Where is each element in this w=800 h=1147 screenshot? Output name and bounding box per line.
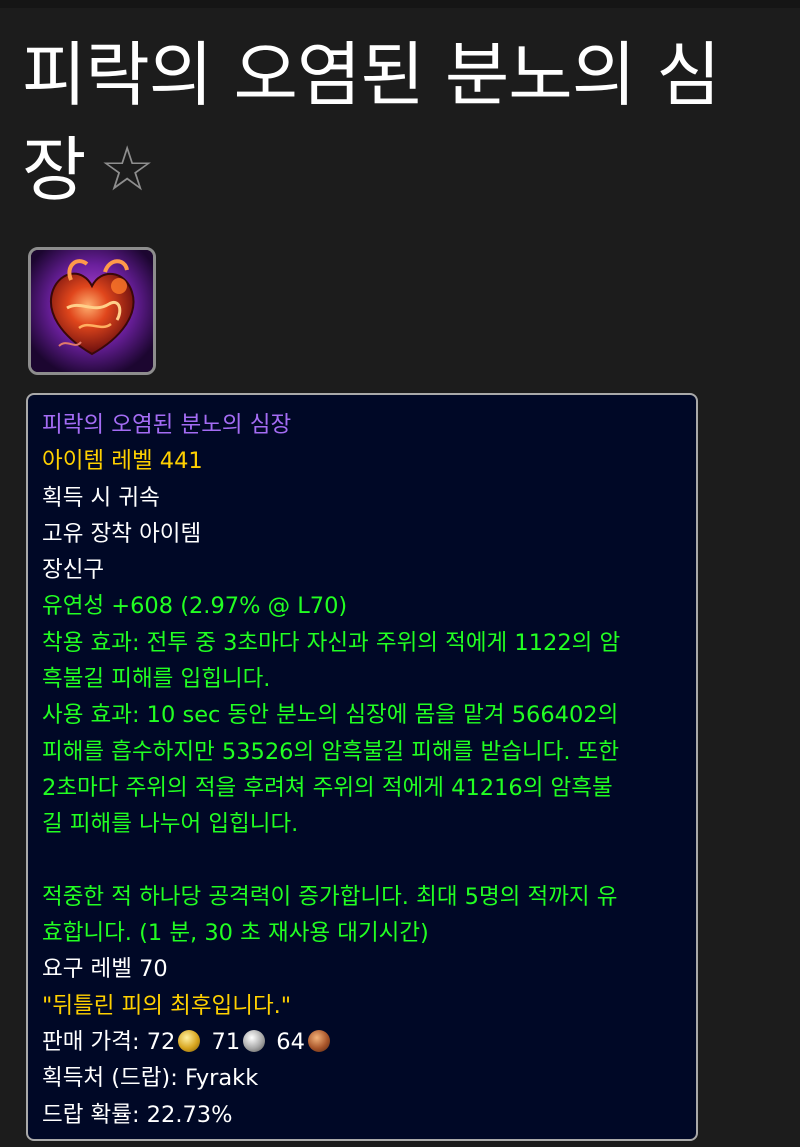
use-effect-line: 피해를 흡수하지만 53526의 암흑불길 피해를 받습니다. 또한 — [42, 738, 620, 765]
use-effect-line: 길 피해를 나누어 입힙니다. — [42, 811, 299, 838]
unique-text: 고유 장착 아이템 — [42, 520, 202, 547]
binding-text: 획득 시 귀속 — [42, 484, 160, 511]
equip-effect-line: 흑불길 피해를 입힙니다. — [42, 666, 271, 693]
silver-amount: 71 — [211, 1029, 241, 1056]
sell-price-label: 판매 가격: — [42, 1029, 140, 1056]
use-effect-extra-line: 적중한 적 하나당 공격력이 증가합니다. 최대 5명의 적까지 유 — [42, 883, 618, 910]
flavor-text: "뒤틀린 피의 최후입니다." — [42, 992, 292, 1019]
drop-chance: 드랍 확률: 22.73% — [42, 1101, 233, 1128]
use-effect-line: 사용 효과: 10 sec 동안 분노의 심장에 몸을 맡겨 566402의 — [42, 702, 619, 729]
sell-price: 판매 가격: 72 71 64 — [42, 1024, 682, 1060]
star-outline-icon[interactable]: ☆ — [99, 122, 155, 216]
silver-coin-icon — [243, 1030, 266, 1053]
equip-effect-line: 착용 효과: 전투 중 3초마다 자신과 주위의 적에게 1122의 암 — [42, 629, 621, 656]
burning-heart-icon — [31, 250, 153, 372]
item-tooltip: 피락의 오염된 분노의 심장 아이템 레벨 441 획득 시 귀속 고유 장착 … — [26, 393, 698, 1141]
gold-amount: 72 — [146, 1029, 176, 1056]
gold-coin-icon — [178, 1030, 201, 1053]
top-bar — [0, 0, 800, 8]
page-title: 피락의 오염된 분노의 심장 ☆ — [22, 28, 782, 217]
copper-coin-icon — [307, 1030, 330, 1053]
use-effect-line: 2초마다 주위의 적을 후려쳐 주위의 적에게 41216의 암흑불 — [42, 774, 613, 801]
drop-source: 획득처 (드랍): Fyrakk — [42, 1065, 259, 1092]
item-name: 피락의 오염된 분노의 심장 — [42, 412, 292, 438]
item-icon[interactable] — [28, 247, 156, 375]
required-level: 요구 레벨 70 — [42, 956, 168, 983]
stat-versatility: 유연성 +608 (2.97% @ L70) — [42, 593, 348, 620]
item-level: 아이템 레벨 441 — [42, 448, 203, 475]
use-effect-extra-line: 효합니다. (1 분, 30 초 재사용 대기시간) — [42, 920, 429, 947]
slot-text: 장신구 — [42, 557, 105, 584]
copper-amount: 64 — [276, 1029, 305, 1056]
